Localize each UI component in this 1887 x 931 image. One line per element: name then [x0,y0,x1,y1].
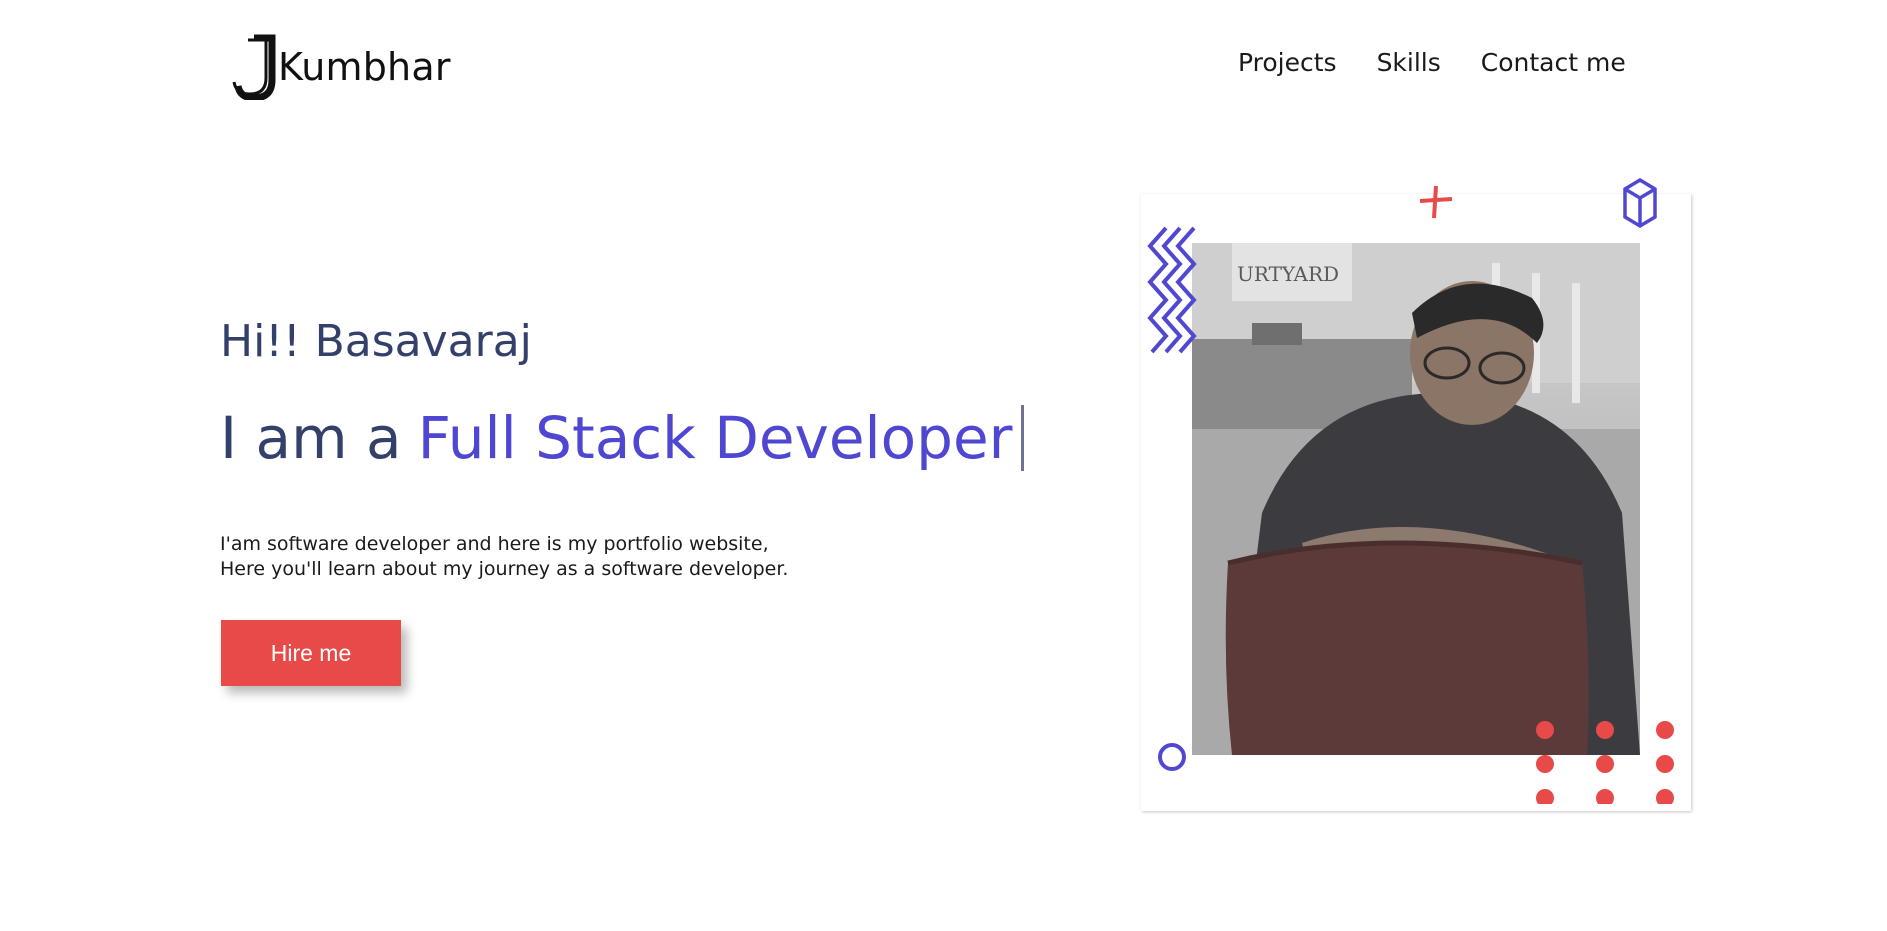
description-line-2: Here you'll learn about my journey as a … [220,558,789,580]
profile-photo-illustration: URTYARD [1192,243,1640,755]
cube-decoration-icon [1623,178,1657,229]
portfolio-page: Kumbhar Projects Skills Contact me Hi!! … [0,0,1887,931]
typing-caret [1020,405,1024,471]
main-nav: Projects Skills Contact me [1238,48,1626,77]
hero-headline: I am a Full Stack Developer [220,404,1024,472]
plus-decoration-icon [1419,185,1453,219]
nav-skills[interactable]: Skills [1377,48,1441,77]
photo-sign-text: URTYARD [1237,262,1339,286]
hire-me-button[interactable]: Hire me [221,620,401,686]
profile-photo: URTYARD [1192,243,1640,755]
logo-text: Kumbhar [278,45,451,89]
zigzag-decoration-icon [1147,226,1197,354]
nav-contact[interactable]: Contact me [1481,48,1626,77]
hero-description: I'am software developer and here is my p… [220,532,788,582]
nav-projects[interactable]: Projects [1238,48,1337,77]
hero-greeting: Hi!! Basavaraj [220,316,532,367]
headline-prefix: I am a [220,404,402,472]
logo-j-icon [232,34,276,100]
headline-role: Full Stack Developer [417,404,1013,472]
logo[interactable]: Kumbhar [226,34,451,100]
dots-decoration-icon [1536,721,1674,804]
description-line-1: I'am software developer and here is my p… [220,533,769,555]
ring-decoration-icon [1158,743,1186,771]
